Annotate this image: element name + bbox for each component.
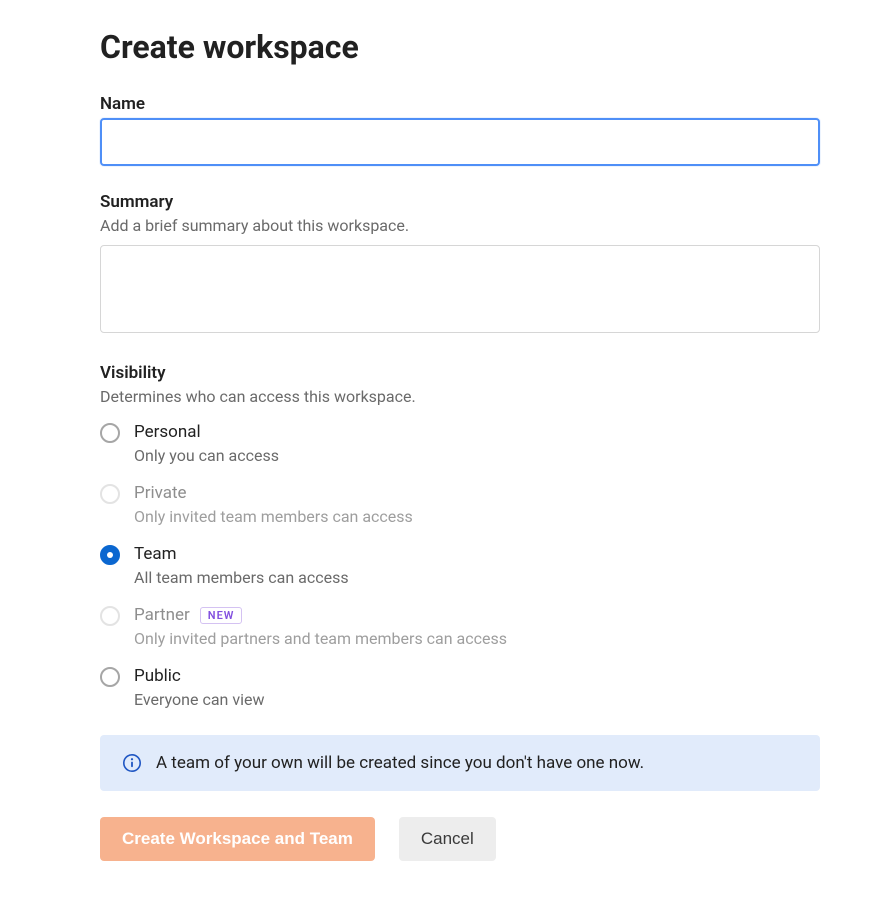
radio-title-private: Private xyxy=(134,483,820,503)
name-field-group: Name xyxy=(100,94,820,166)
radio-body-team: Team All team members can access xyxy=(134,544,820,587)
visibility-help: Determines who can access this workspace… xyxy=(100,387,820,406)
radio-desc-partner: Only invited partners and team members c… xyxy=(134,629,820,648)
info-banner: A team of your own will be created since… xyxy=(100,735,820,791)
visibility-label: Visibility xyxy=(100,363,820,383)
radio-private: Private Only invited team members can ac… xyxy=(100,483,820,526)
name-input[interactable] xyxy=(100,118,820,166)
radio-control-personal[interactable] xyxy=(100,423,120,443)
visibility-field-group: Visibility Determines who can access thi… xyxy=(100,363,820,709)
button-row: Create Workspace and Team Cancel xyxy=(100,817,820,861)
radio-personal[interactable]: Personal Only you can access xyxy=(100,422,820,465)
radio-body-personal: Personal Only you can access xyxy=(134,422,820,465)
radio-team[interactable]: Team All team members can access xyxy=(100,544,820,587)
radio-desc-public: Everyone can view xyxy=(134,690,820,709)
summary-help: Add a brief summary about this workspace… xyxy=(100,216,820,235)
radio-control-partner xyxy=(100,606,120,626)
radio-body-public: Public Everyone can view xyxy=(134,666,820,709)
radio-title-team: Team xyxy=(134,544,820,564)
create-workspace-button[interactable]: Create Workspace and Team xyxy=(100,817,375,861)
name-label: Name xyxy=(100,94,820,114)
radio-desc-team: All team members can access xyxy=(134,568,820,587)
radio-body-partner: Partner NEW Only invited partners and te… xyxy=(134,605,820,648)
radio-body-private: Private Only invited team members can ac… xyxy=(134,483,820,526)
info-icon xyxy=(122,753,142,773)
radio-control-public[interactable] xyxy=(100,667,120,687)
visibility-radio-list: Personal Only you can access Private Onl… xyxy=(100,422,820,709)
radio-desc-private: Only invited team members can access xyxy=(134,507,820,526)
radio-control-private xyxy=(100,484,120,504)
radio-title-public: Public xyxy=(134,666,820,686)
summary-label: Summary xyxy=(100,192,820,212)
radio-title-partner-text: Partner xyxy=(134,605,190,625)
radio-public[interactable]: Public Everyone can view xyxy=(100,666,820,709)
page-title: Create workspace xyxy=(100,28,820,66)
radio-partner: Partner NEW Only invited partners and te… xyxy=(100,605,820,648)
radio-title-partner: Partner NEW xyxy=(134,605,820,625)
radio-control-team[interactable] xyxy=(100,545,120,565)
radio-desc-personal: Only you can access xyxy=(134,446,820,465)
cancel-button[interactable]: Cancel xyxy=(399,817,496,861)
summary-field-group: Summary Add a brief summary about this w… xyxy=(100,192,820,337)
new-badge: NEW xyxy=(200,607,243,624)
info-text: A team of your own will be created since… xyxy=(156,753,644,773)
radio-title-personal: Personal xyxy=(134,422,820,442)
summary-textarea[interactable] xyxy=(100,245,820,333)
